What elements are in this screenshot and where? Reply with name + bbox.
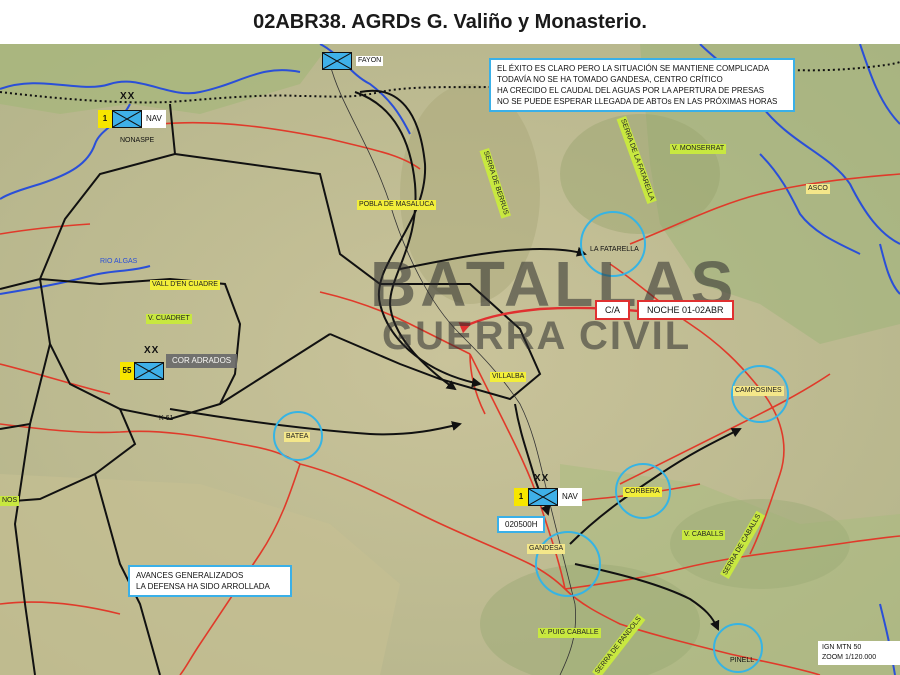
- unit-number: 1: [98, 110, 112, 128]
- place-vall: VALL D'EN CUADRE: [150, 280, 220, 290]
- place-gandesa: GANDESA: [527, 544, 566, 554]
- advance-note: AVANCES GENERALIZADOS LA DEFENSA HA SIDO…: [128, 565, 292, 597]
- place-nos: NOS: [0, 496, 20, 506]
- echelon-cor: XX: [144, 345, 160, 356]
- unit-symbol-icon: [528, 488, 558, 506]
- place-fatarella: LA FATARELLA: [590, 246, 639, 253]
- place-v-cuadret: V. CUADRET: [146, 314, 192, 324]
- situation-line: NO SE PUEDE ESPERAR LLEGADA DE ABTOs EN …: [497, 97, 778, 106]
- place-v-puig: V. PUIG CABALLE: [538, 628, 601, 638]
- place-batea: BATEA: [284, 432, 311, 442]
- place-pinell: PINELL: [730, 657, 755, 664]
- unit-tag: NAV: [558, 488, 582, 506]
- unit-symbol-icon: [112, 110, 142, 128]
- unit-tag: NAV: [142, 110, 166, 128]
- situation-line: TODAVÍA NO SE HA TOMADO GANDESA, CENTRO …: [497, 75, 723, 84]
- scale-line1: IGN MTN 50: [822, 644, 862, 651]
- unit-number: 1: [514, 488, 528, 506]
- cor-label: COR ADRADOS: [166, 354, 238, 368]
- place-pobla: POBLA DE MASALUCA: [357, 200, 437, 210]
- unit-nav-south[interactable]: 1 NAV: [514, 488, 582, 506]
- situation-note: EL ÉXITO ES CLARO PERO LA SITUACIÓN SE M…: [489, 58, 795, 112]
- place-rio-algas: RIO ALGAS: [100, 258, 138, 265]
- scale-box: IGN MTN 50 ZOOM 1/120.000: [818, 641, 900, 665]
- page-title: 02ABR38. AGRDs G. Valiño y Monasterio.: [0, 0, 900, 44]
- map-canvas[interactable]: BATALLAS GUERRA CIVIL EL ÉXITO ES CLARO …: [0, 44, 900, 675]
- place-asco: ASCO: [806, 184, 830, 194]
- advance-line: AVANCES GENERALIZADOS: [136, 571, 244, 580]
- unit-symbol-icon: [134, 362, 164, 380]
- place-v-monserrat: V. MONSERRAT: [670, 144, 727, 154]
- unit-number: 55: [120, 362, 134, 380]
- ca-box: C/A: [595, 300, 631, 320]
- time-tag: 020500H: [497, 516, 546, 533]
- place-v-caballs: V. CABALLS: [682, 530, 726, 540]
- unit-top[interactable]: [322, 52, 352, 70]
- situation-line: EL ÉXITO ES CLARO PERO LA SITUACIÓN SE M…: [497, 64, 770, 73]
- ca-time-box: NOCHE 01-02ABR: [637, 300, 734, 320]
- place-nonaspe: NONASPE: [120, 137, 155, 144]
- unit-cor-adrados[interactable]: 55: [120, 362, 164, 380]
- place-villalba: VILLALBA: [490, 372, 527, 382]
- scale-line2: ZOOM 1/120.000: [822, 654, 877, 661]
- place-camposines: CAMPOSINES: [733, 386, 784, 396]
- place-corbera: CORBERA: [623, 487, 662, 497]
- unit-nav-north[interactable]: 1 NAV: [98, 110, 166, 128]
- echelon-nav-south: XX: [534, 473, 550, 484]
- watermark-line2: GUERRA CIVIL: [382, 314, 692, 358]
- advance-line: LA DEFENSA HA SIDO ARROLLADA: [136, 582, 270, 591]
- place-k61: K 61: [159, 415, 174, 422]
- unit-symbol-icon: [322, 52, 352, 70]
- label-fayon: FAYON: [356, 56, 384, 66]
- echelon-nav-north: XX: [120, 91, 136, 102]
- situation-line: HA CRECIDO EL CAUDAL DEL AGUAS POR LA AP…: [497, 86, 765, 95]
